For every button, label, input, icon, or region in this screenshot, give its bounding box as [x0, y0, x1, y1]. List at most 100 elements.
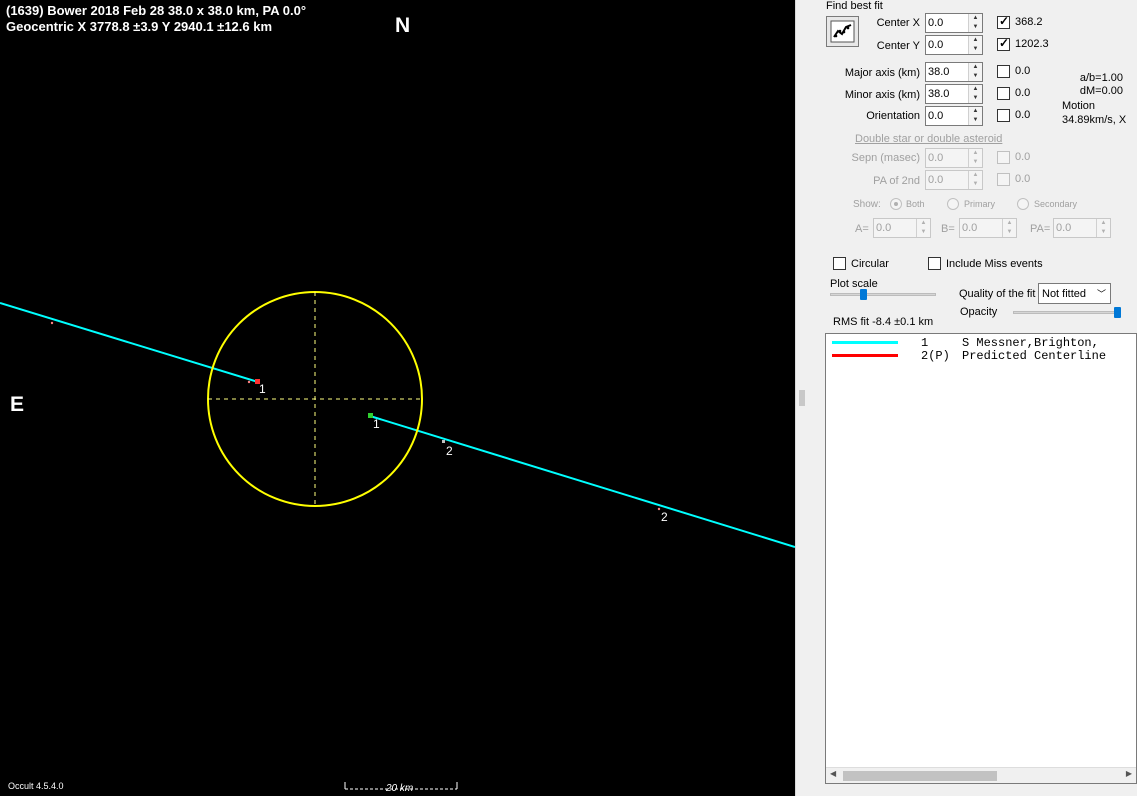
minor-axis-fit-value: 0.0 [1015, 87, 1031, 99]
orientation-label: Orientation [866, 110, 920, 122]
orientation-fit-value: 0.0 [1015, 109, 1031, 121]
pa-2nd-spinner[interactable]: ▲ ▼ [968, 171, 982, 189]
sepn-fit-checkbox[interactable] [997, 151, 1010, 164]
scale-label: 20 km [386, 783, 414, 794]
circular-checkbox[interactable] [833, 257, 846, 270]
pa-2nd-input[interactable]: 0.0 ▲ ▼ [925, 170, 983, 190]
splitter[interactable] [795, 0, 808, 796]
a-spinner[interactable]: ▲ ▼ [916, 219, 930, 237]
sepn-spinner[interactable]: ▲ ▼ [968, 149, 982, 167]
scroll-thumb[interactable] [843, 771, 997, 781]
center-y-spinner[interactable]: ▲ ▼ [968, 36, 982, 54]
opacity-thumb[interactable] [1114, 307, 1121, 318]
include-miss-label: Include Miss events [946, 258, 1043, 270]
fit-panel: Find best fit Center X 0.0 ▲▼ 368.2 Cent… [808, 0, 1137, 796]
ab-ratio: a/b=1.00 [1079, 72, 1123, 84]
legend-num: 2(P) [921, 349, 950, 363]
chord-line-upper [0, 302, 259, 383]
circular-label: Circular [851, 258, 889, 270]
orientation-spinner[interactable]: ▲ ▼ [968, 107, 982, 125]
legend-scrollbar[interactable]: ◀ ▶ [826, 767, 1136, 783]
legend-item[interactable]: 2(P) Predicted Centerline [826, 349, 1136, 363]
minor-axis-label: Minor axis (km) [844, 89, 920, 101]
center-x-input[interactable]: 0.0 ▲ ▼ [925, 13, 983, 33]
show-both-radio[interactable] [890, 198, 902, 210]
legend-text: S Messner,Brighton, [962, 336, 1099, 350]
legend-swatch [832, 341, 898, 344]
show-secondary-label: Secondary [1034, 199, 1078, 209]
pa-input[interactable]: 0.0 ▲ ▼ [1053, 218, 1111, 238]
tick-dot-4 [657, 507, 661, 511]
b-input[interactable]: 0.0 ▲ ▼ [959, 218, 1017, 238]
center-y-input[interactable]: 0.0 ▲ ▼ [925, 35, 983, 55]
plot-header-line1: (1639) Bower 2018 Feb 28 38.0 x 38.0 km,… [6, 3, 307, 18]
legend-swatch [832, 354, 898, 357]
chord-label: 1 [373, 417, 380, 431]
opacity-slider[interactable] [1013, 311, 1121, 314]
b-label: B= [941, 223, 955, 235]
north-label: N [395, 14, 411, 37]
double-star-link[interactable]: Double star or double asteroid [855, 133, 1002, 145]
pa-2nd-fit-checkbox[interactable] [997, 173, 1010, 186]
plot-scale-slider[interactable] [830, 293, 936, 296]
quality-select[interactable]: Not fitted ﹀ [1038, 283, 1111, 304]
a-input[interactable]: 0.0 ▲ ▼ [873, 218, 931, 238]
plot-scale-thumb[interactable] [860, 289, 867, 300]
plot-header-line2: Geocentric X 3778.8 ±3.9 Y 2940.1 ±12.6 … [6, 19, 273, 34]
center-x-fit-checkbox[interactable] [997, 14, 1010, 29]
pa-spinner[interactable]: ▲ ▼ [1096, 219, 1110, 237]
center-x-spinner[interactable]: ▲ ▼ [968, 14, 982, 32]
quality-label: Quality of the fit [959, 288, 1036, 300]
major-axis-fit-value: 0.0 [1015, 65, 1031, 77]
pa-2nd-fit-value: 0.0 [1015, 173, 1031, 185]
scroll-left-icon[interactable]: ◀ [830, 769, 836, 778]
occultation-plot[interactable]: (1639) Bower 2018 Feb 28 38.0 x 38.0 km,… [0, 0, 795, 796]
pa-label: PA= [1030, 223, 1051, 235]
sepn-fit-value: 0.0 [1015, 151, 1031, 163]
major-axis-input[interactable]: 38.0 ▲ ▼ [925, 62, 983, 82]
tick-dot-3 [442, 440, 445, 443]
pa-2nd-label: PA of 2nd [873, 175, 920, 187]
find-best-fit-button[interactable] [826, 16, 859, 47]
chord-label: 1 [259, 382, 266, 396]
rms-fit: RMS fit -8.4 ±0.1 km [833, 316, 934, 328]
major-axis-spinner[interactable]: ▲ ▼ [968, 63, 982, 81]
sepn-input[interactable]: 0.0 ▲ ▼ [925, 148, 983, 168]
dm-value: dM=0.00 [1079, 85, 1123, 97]
east-label: E [10, 393, 25, 416]
orientation-input[interactable]: 0.0 ▲ ▼ [925, 106, 983, 126]
show-both-label: Both [906, 199, 925, 209]
version-label: Occult 4.5.4.0 [8, 781, 64, 791]
chevron-down-icon: ﹀ [1096, 289, 1106, 299]
observer-legend-list[interactable]: 1 S Messner,Brighton, 2(P) Predicted Cen… [825, 333, 1137, 784]
show-label: Show: [853, 199, 881, 210]
center-x-fit-value: 368.2 [1015, 16, 1043, 28]
center-x-label: Center X [876, 17, 920, 29]
sepn-label: Sepn (masec) [851, 152, 920, 164]
major-axis-label: Major axis (km) [844, 67, 920, 79]
center-y-label: Center Y [876, 40, 920, 52]
tick-dot-1 [50, 321, 54, 325]
include-miss-checkbox[interactable] [928, 257, 941, 270]
scroll-right-icon[interactable]: ▶ [1126, 769, 1132, 778]
show-primary-radio[interactable] [947, 198, 959, 210]
orientation-fit-checkbox[interactable] [997, 109, 1010, 122]
major-axis-fit-checkbox[interactable] [997, 65, 1010, 78]
minor-axis-spinner[interactable]: ▲ ▼ [968, 85, 982, 103]
center-y-fit-checkbox[interactable] [997, 36, 1010, 51]
plot-canvas [0, 291, 795, 790]
splitter-grip[interactable] [799, 390, 805, 406]
opacity-label: Opacity [960, 306, 998, 318]
minor-axis-input[interactable]: 38.0 ▲ ▼ [925, 84, 983, 104]
find-best-fit-label: Find best fit [826, 0, 883, 12]
b-spinner[interactable]: ▲ ▼ [1002, 219, 1016, 237]
minor-axis-fit-checkbox[interactable] [997, 87, 1010, 100]
tick-dot-2 [247, 380, 251, 384]
motion-label: Motion [1062, 100, 1096, 112]
legend-item[interactable]: 1 S Messner,Brighton, [826, 336, 1136, 350]
show-primary-label: Primary [964, 199, 995, 209]
legend-text: Predicted Centerline [962, 349, 1107, 363]
a-label: A= [855, 223, 869, 235]
chord-label: 2 [661, 510, 668, 524]
show-secondary-radio[interactable] [1017, 198, 1029, 210]
